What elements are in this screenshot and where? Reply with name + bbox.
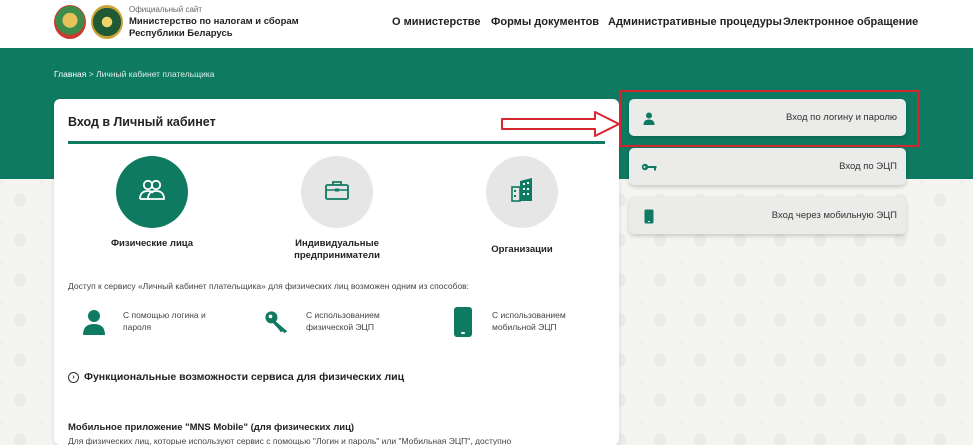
method-label: С использованием мобильной ЭЦП <box>492 310 566 332</box>
login-option-label: Вход по ЭЦП <box>839 161 897 172</box>
key-icon <box>264 307 290 337</box>
state-emblem-logo[interactable] <box>54 5 86 39</box>
method-label: С помощью логина и пароля <box>123 310 206 332</box>
access-description: Доступ к сервису «Личный кабинет платель… <box>68 281 470 291</box>
category-organizations[interactable]: Организации <box>447 156 597 256</box>
login-option-label: Вход по логину и паролю <box>786 112 897 123</box>
login-card: Вход в Личный кабинет Физические лица Ин… <box>54 99 619 445</box>
login-by-mobile-ecp-button[interactable]: Вход через мобильную ЭЦП <box>629 197 906 234</box>
building-icon <box>509 177 535 208</box>
site-name-line2: Республики Беларусь <box>129 28 233 39</box>
nav-electronic-appeal[interactable]: Электронное обращение <box>783 16 918 28</box>
mobile-app-title: Мобильное приложение "MNS Mobile" (для ф… <box>68 422 355 433</box>
site-name[interactable]: Министерство по налогам и сборам Республ… <box>129 16 309 40</box>
user-icon <box>639 108 659 128</box>
red-arrow-annotation <box>501 111 620 137</box>
category-circle <box>486 156 558 228</box>
breadcrumb-current: Личный кабинет плательщика <box>96 69 215 79</box>
user-icon <box>81 307 107 337</box>
category-label: Физические лица <box>110 238 194 249</box>
features-label: Функциональные возможности сервиса для ф… <box>84 371 405 383</box>
mobile-icon <box>450 307 476 337</box>
card-title-underline <box>68 141 605 144</box>
breadcrumb: Главная > Личный кабинет плательщика <box>54 69 215 79</box>
category-entrepreneurs[interactable]: Индивидуальные предприниматели <box>262 156 412 262</box>
nav-about-ministry[interactable]: О министерстве <box>392 16 481 28</box>
features-toggle[interactable]: › Функциональные возможности сервиса для… <box>68 371 404 383</box>
nav-document-forms[interactable]: Формы документов <box>491 16 599 28</box>
category-label: Организации <box>491 244 553 255</box>
login-by-ecp-button[interactable]: Вход по ЭЦП <box>629 148 906 185</box>
method-login-password: С помощью логина и пароля <box>81 307 233 337</box>
card-title: Вход в Личный кабинет <box>68 115 216 129</box>
method-label: С использованием физической ЭЦП <box>306 310 380 332</box>
ministry-emblem-logo[interactable] <box>91 5 123 39</box>
key-icon <box>639 157 659 177</box>
nav-admin-procedures[interactable]: Административные процедуры <box>608 16 782 28</box>
breadcrumb-separator: > <box>88 69 94 79</box>
category-label: Индивидуальные предприниматели <box>294 238 380 261</box>
site-name-line1: Министерство по налогам и сборам <box>129 16 299 27</box>
chevron-right-icon: › <box>68 371 79 383</box>
category-individuals[interactable]: Физические лица <box>77 156 227 250</box>
briefcase-icon <box>324 179 350 206</box>
mobile-icon <box>639 206 659 226</box>
people-icon <box>138 178 166 207</box>
method-physical-signature: С использованием физической ЭЦП <box>264 307 416 337</box>
login-option-label: Вход через мобильную ЭЦП <box>771 210 897 221</box>
official-site-label: Официальный сайт <box>129 5 203 14</box>
login-by-password-button[interactable]: Вход по логину и паролю <box>629 99 906 136</box>
category-circle <box>301 156 373 228</box>
category-circle <box>116 156 188 228</box>
site-header: Официальный сайт Министерство по налогам… <box>0 0 973 48</box>
mobile-app-text: Для физических лиц, которые используют с… <box>68 436 512 445</box>
method-mobile-signature: С использованием мобильной ЭЦП <box>450 307 602 337</box>
breadcrumb-home[interactable]: Главная <box>54 69 86 79</box>
